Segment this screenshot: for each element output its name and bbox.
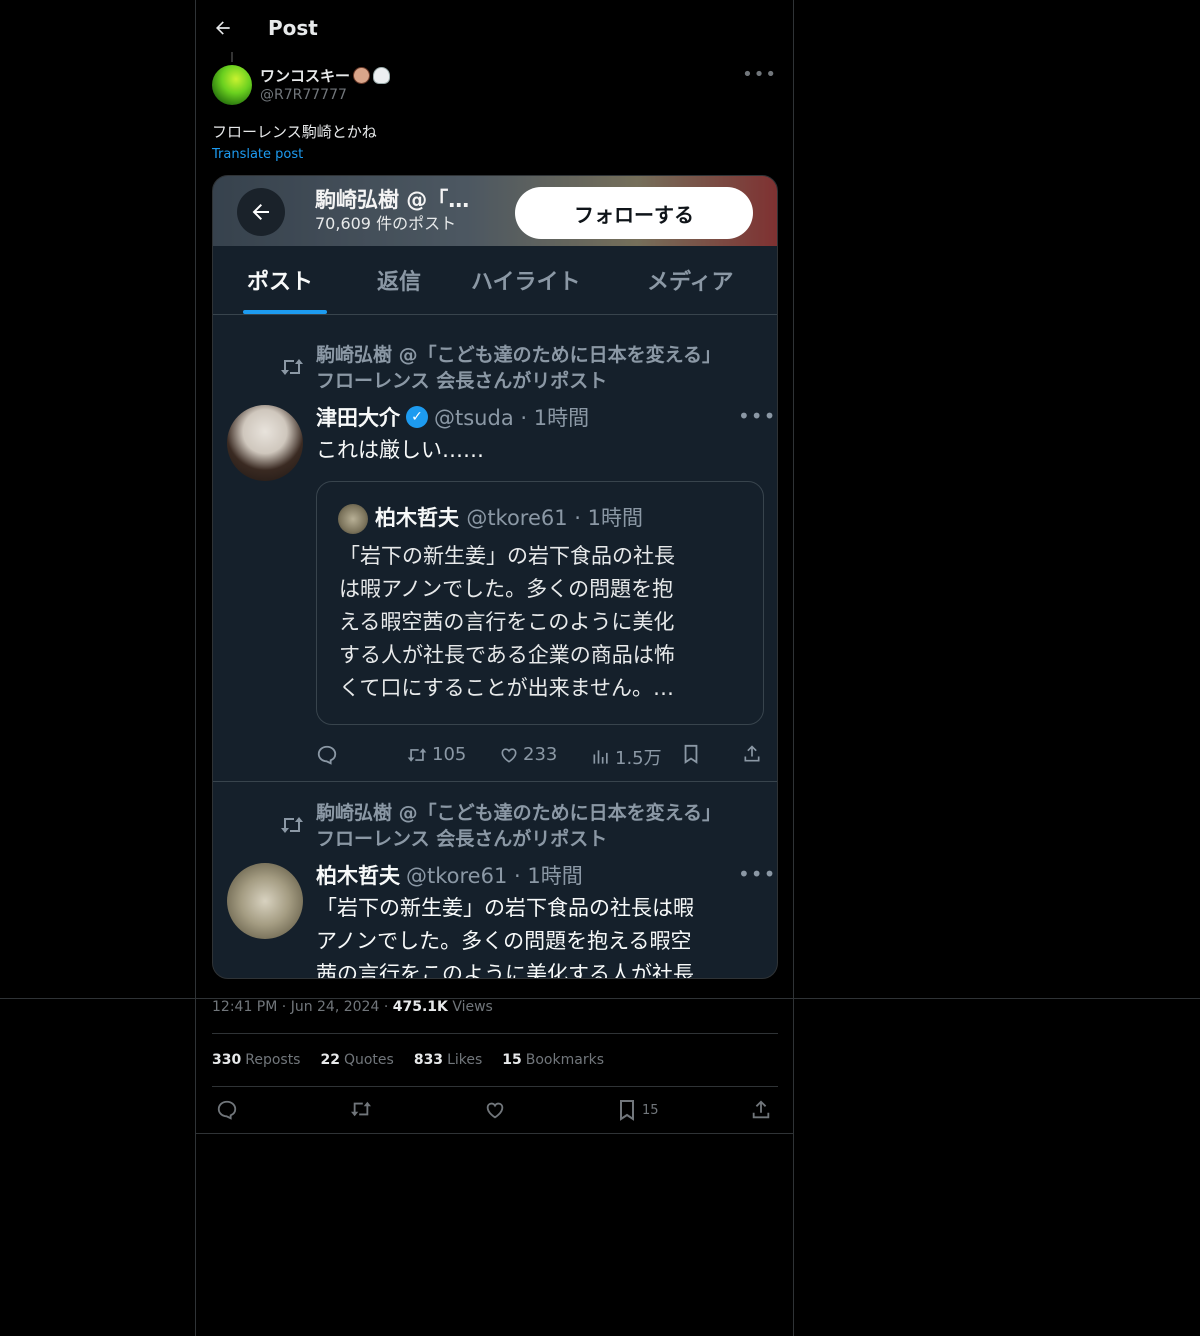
repost-line-1: 駒崎弘樹 @「こども達のために日本を変える」 [316, 802, 722, 824]
page-title: Post [268, 16, 318, 40]
tweet2-more-icon: ••• [738, 862, 777, 886]
post-time[interactable]: 12:41 PM [212, 999, 277, 1015]
active-tab-indicator [243, 310, 327, 314]
media-post-count: 70,609 件のポスト [315, 214, 457, 233]
tweet2-line: アノンでした。多くの問題を抱える暇空 [316, 929, 692, 953]
views-count: 475.1K [392, 999, 448, 1015]
quote-line: する人が社長である企業の商品は怖 [339, 643, 675, 667]
media-divider [213, 781, 777, 782]
likes-stat[interactable]: 833 Likes [414, 1052, 482, 1068]
translate-post-link[interactable]: Translate post [212, 147, 303, 162]
author-name[interactable]: ワンコスキー [260, 65, 391, 86]
post-date[interactable]: Jun 24, 2024 [291, 999, 380, 1015]
media-share-icon [742, 744, 762, 764]
post-actions: 15 [212, 1099, 778, 1123]
tsuda-avatar [227, 405, 303, 481]
media-tabs: ポスト 返信 ハイライト メディア [213, 248, 777, 315]
repost-icon [351, 1101, 371, 1117]
media-tab-posts: ポスト [247, 270, 314, 295]
repost-icon [279, 356, 305, 383]
tweet1-text: これは厳しい…… [316, 438, 484, 462]
share-icon [752, 1100, 770, 1119]
media-retweet-stat: 105 [406, 744, 466, 765]
bookmark-count: 15 [642, 1102, 659, 1118]
author-name-text: ワンコスキー [260, 67, 351, 85]
more-options-icon[interactable]: ••• [742, 64, 777, 85]
post-media-image[interactable]: 駒崎弘樹 @「… 70,609 件のポスト フォローする ポスト 返信 ハイライ… [212, 175, 778, 979]
bookmark-icon [620, 1100, 634, 1121]
divider [212, 1033, 778, 1034]
media-back-icon [237, 188, 285, 236]
tweet1-handle: @tsuda · 1時間 [434, 406, 590, 430]
quote-text: 「岩下の新生姜」の岩下食品の社長 は暇アノンでした。多くの問題を抱 える暇空茜の… [339, 540, 739, 705]
quote-line: える暇空茜の言行をこのように美化 [339, 610, 675, 634]
heart-icon [486, 1102, 504, 1119]
page-header: Post [212, 8, 318, 48]
divider-line [195, 1133, 794, 1134]
tweet1-author: 津田大介 ✓ @tsuda · 1時間 [316, 402, 589, 432]
tweet1-actions: 105 233 1.5万 [316, 744, 762, 770]
share-button[interactable] [750, 1099, 772, 1121]
tweet1-more-icon: ••• [738, 404, 777, 428]
tweet2-handle: @tkore61 · 1時間 [406, 864, 583, 888]
bookmarks-stat[interactable]: 15 Bookmarks [502, 1052, 604, 1068]
tweet2-line: 茜の言行をこのように美化する人が社長 [316, 962, 694, 979]
dog-face-icon [353, 67, 371, 84]
quote-line: は暇アノンでした。多くの問題を抱 [339, 577, 674, 601]
media-tab-replies: 返信 [377, 270, 422, 295]
reply-icon [217, 1100, 237, 1120]
media-retweet-count: 105 [432, 744, 467, 765]
media-tab-media: メディア [647, 270, 734, 295]
thread-line [231, 52, 233, 62]
kashiwagi-avatar [227, 863, 303, 939]
views-label: Views [452, 999, 493, 1015]
media-views-count: 1.5万 [615, 748, 662, 769]
arrow-left-icon [216, 21, 230, 35]
bookmark-button[interactable]: 15 [618, 1099, 659, 1121]
verified-badge-icon: ✓ [406, 406, 428, 428]
ghost-icon [373, 67, 391, 84]
repost-line-1: 駒崎弘樹 @「こども達のために日本を変える」 [316, 344, 722, 366]
quote-avatar [338, 504, 368, 534]
media-follow-button: フォローする [515, 187, 753, 239]
tweet2-name: 柏木哲夫 [316, 864, 400, 888]
quote-name: 柏木哲夫 [375, 506, 459, 530]
reply-button[interactable] [216, 1099, 238, 1121]
reposts-stat[interactable]: 330 Reposts [212, 1052, 300, 1068]
author-avatar[interactable] [212, 65, 252, 105]
tweet2-text: 「岩下の新生姜」の岩下食品の社長は暇 アノンでした。多くの問題を抱える暇空 茜の… [316, 892, 766, 979]
media-views-stat: 1.5万 [591, 744, 662, 770]
repost-icon [279, 814, 305, 841]
divider [212, 1086, 778, 1087]
repost-line-2: フローレンス 会長さんがリポスト [316, 370, 608, 392]
media-like-stat: 233 [499, 744, 557, 765]
quote-handle: @tkore61 · 1時間 [466, 506, 644, 530]
engagement-stats: 330 Reposts 22 Quotes 833 Likes 15 Bookmarks [212, 1052, 604, 1068]
tweet2-line: 「岩下の新生姜」の岩下食品の社長は暇 [316, 896, 694, 920]
post-text: フローレンス駒崎とかね [212, 123, 377, 141]
media-reply-icon [316, 744, 338, 766]
divider-line [0, 998, 1200, 999]
repost-line-2: フローレンス 会長さんがリポスト [316, 828, 608, 850]
quote-line: くて口にすることが出来ません。… [339, 676, 674, 700]
tweet1-name: 津田大介 [316, 406, 400, 430]
media-like-count: 233 [523, 744, 558, 765]
repost-button[interactable] [349, 1099, 373, 1119]
post-meta: 12:41 PM · Jun 24, 2024 · 475.1K Views [212, 999, 493, 1015]
back-button[interactable] [212, 17, 234, 39]
author-handle[interactable]: @R7R77777 [260, 87, 347, 103]
media-tab-highlights: ハイライト [471, 270, 581, 295]
like-button[interactable] [484, 1099, 506, 1121]
quote-tweet: 柏木哲夫 @tkore61 · 1時間 「岩下の新生姜」の岩下食品の社長 は暇ア… [316, 481, 764, 725]
quote-line: 「岩下の新生姜」の岩下食品の社長 [339, 544, 675, 568]
quotes-stat[interactable]: 22 Quotes [320, 1052, 393, 1068]
tweet2-author: 柏木哲夫 @tkore61 · 1時間 [316, 860, 583, 890]
quote-author: 柏木哲夫 @tkore61 · 1時間 [375, 502, 643, 532]
media-bookmark-icon [682, 744, 700, 764]
primary-column: Post ワンコスキー @R7R77777 ••• フローレンス駒崎とかね Tr… [195, 0, 794, 1336]
